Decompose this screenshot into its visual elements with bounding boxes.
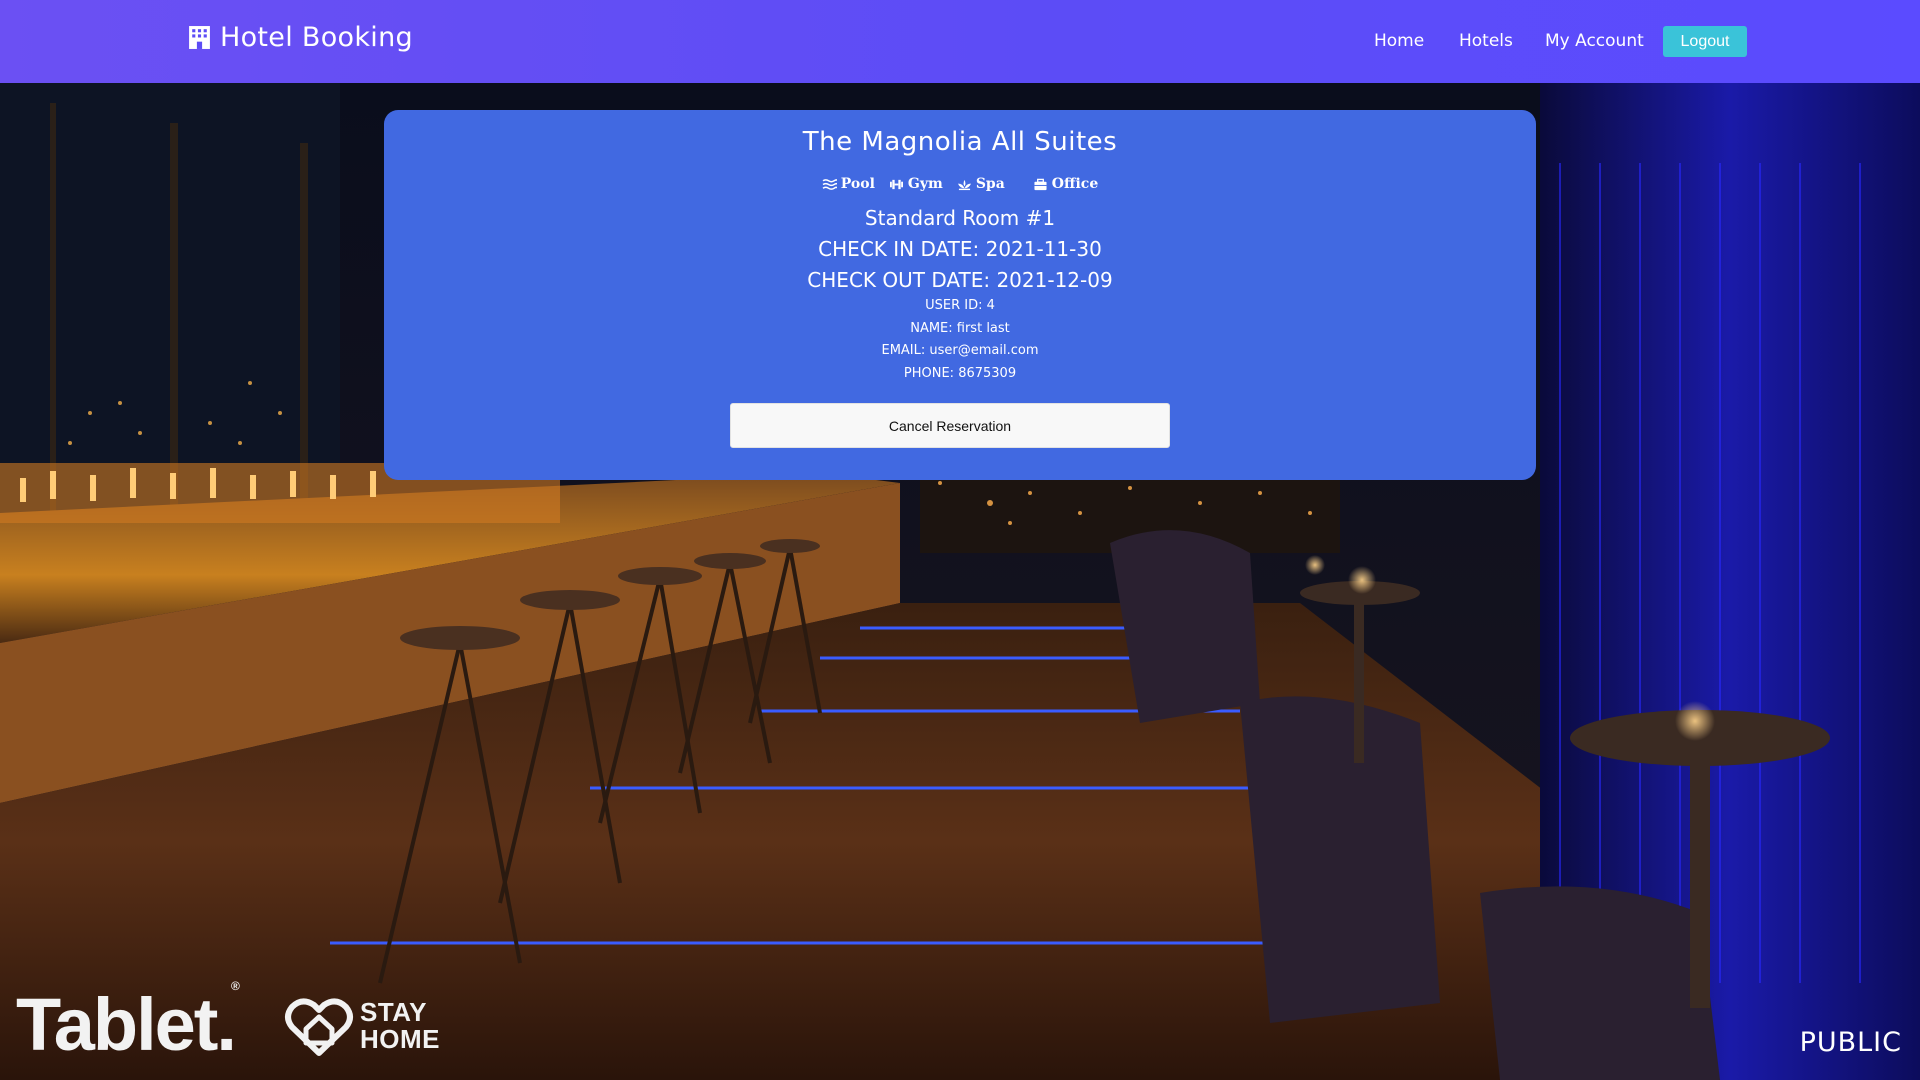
registered-mark: ® (230, 979, 240, 994)
amenity-label: Office (1051, 176, 1099, 192)
guest-phone: PHONE: 8675309 (903, 366, 1017, 381)
home-label: HOME (360, 1024, 440, 1054)
navbar: Hotel Booking Home Hotels My Account Log… (0, 0, 1920, 83)
public-label: PUBLIC (1799, 1027, 1902, 1058)
dumbbell-icon (889, 179, 903, 189)
heart-house-icon (285, 998, 353, 1056)
room-name: Standard Room #1 (864, 206, 1056, 230)
reservation-card: The Magnolia All Suites Pool Gym Spa Off… (384, 110, 1536, 480)
spa-icon (957, 179, 971, 190)
amenity-label: Pool (840, 176, 875, 192)
hotel-icon (189, 26, 210, 49)
guest-name: NAME: first last (910, 321, 1010, 336)
check-in-date: CHECK IN DATE: 2021-11-30 (818, 237, 1102, 261)
nav-home-link[interactable]: Home (1374, 31, 1424, 51)
stay-home-badge: STAY HOME (284, 995, 440, 1057)
amenity-pool: Pool (822, 176, 875, 192)
guest-email: EMAIL: user@email.com (881, 343, 1039, 358)
stay-home-text: STAY HOME (360, 999, 440, 1053)
nav-my-account-link[interactable]: My Account (1545, 31, 1644, 51)
brand-link[interactable]: Hotel Booking (187, 22, 413, 53)
amenities-list: Pool Gym Spa Office (384, 176, 1536, 192)
brand-title[interactable]: Hotel Booking (220, 22, 413, 53)
cancel-reservation-button[interactable]: Cancel Reservation (730, 403, 1170, 448)
amenity-office: Office (1033, 176, 1098, 192)
briefcase-icon (1034, 178, 1047, 190)
tablet-logo-text: Tablet. (16, 983, 237, 1066)
logout-button[interactable]: Logout (1663, 26, 1747, 57)
nav-hotels-link[interactable]: Hotels (1459, 31, 1513, 51)
check-out-date: CHECK OUT DATE: 2021-12-09 (807, 268, 1113, 292)
amenity-label: Gym (907, 176, 943, 192)
hotel-name: The Magnolia All Suites (802, 127, 1118, 157)
amenity-spa: Spa (957, 176, 1005, 192)
pool-icon (822, 178, 837, 190)
amenity-gym: Gym (889, 176, 943, 192)
tablet-logo: Tablet.® (16, 980, 242, 1062)
amenity-label: Spa (975, 176, 1005, 192)
user-id: USER ID: 4 (925, 298, 995, 313)
stay-label: STAY (360, 997, 428, 1027)
